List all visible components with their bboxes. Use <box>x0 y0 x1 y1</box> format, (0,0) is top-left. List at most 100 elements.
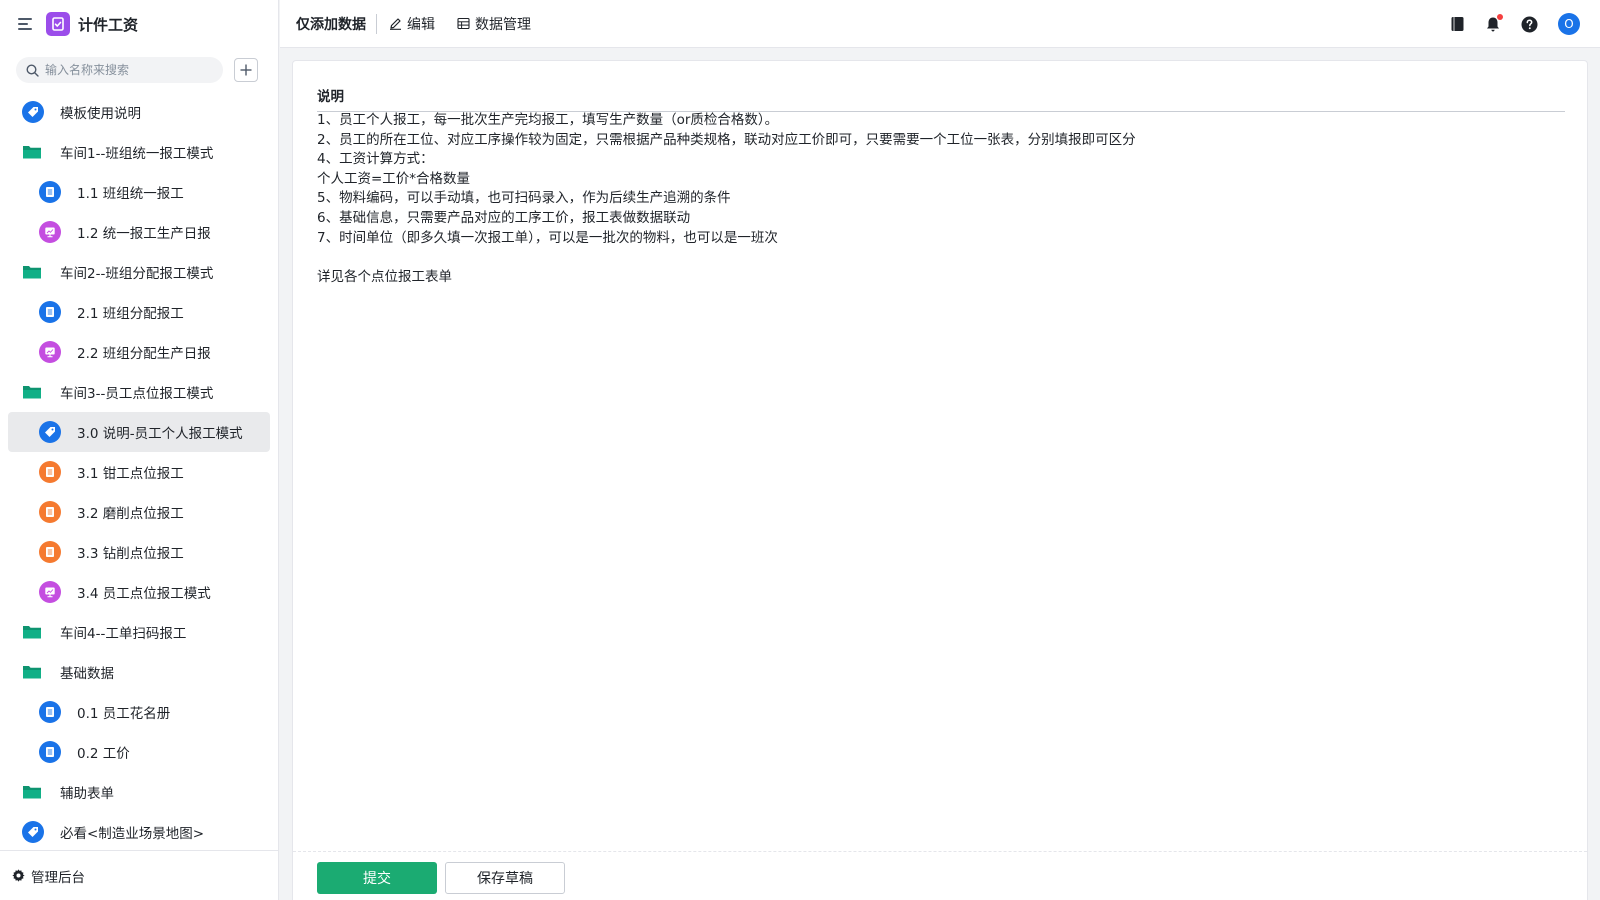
sidebar-item-label: 基础数据 <box>60 666 114 682</box>
sidebar-item-label: 模板使用说明 <box>60 106 141 122</box>
sidebar-item[interactable]: 模板使用说明 <box>8 92 270 132</box>
form-icon <box>39 501 61 523</box>
avatar[interactable]: O <box>1558 13 1580 35</box>
search-input[interactable] <box>45 63 215 77</box>
sidebar-item[interactable]: 1.2 统一报工生产日报 <box>8 212 270 252</box>
data-manage-button[interactable]: 数据管理 <box>457 14 531 34</box>
sidebar-item[interactable]: 必看<制造业场景地图> <box>8 812 270 852</box>
topbar: 仅添加数据 编辑 数据管理 O <box>280 0 1600 48</box>
sidebar-item[interactable]: 3.4 员工点位报工模式 <box>8 572 270 612</box>
sidebar-item-label: 3.4 员工点位报工模式 <box>77 586 211 602</box>
sidebar-item-label: 1.2 统一报工生产日报 <box>77 226 211 242</box>
sidebar-item[interactable]: 1.1 班组统一报工 <box>8 172 270 212</box>
sidebar-item[interactable]: 0.1 员工花名册 <box>8 692 270 732</box>
topbar-actions: O <box>1430 0 1580 48</box>
avatar-initial: O <box>1558 13 1580 35</box>
sidebar-item[interactable]: 车间4--工单扫码报工 <box>8 612 270 652</box>
pencil-icon <box>390 18 401 30</box>
section-title: 说明 <box>317 85 1565 112</box>
sidebar-item[interactable]: 车间1--班组统一报工模式 <box>8 132 270 172</box>
sidebar-item[interactable]: 0.2 工价 <box>8 732 270 772</box>
sidebar-item[interactable]: 车间2--班组分配报工模式 <box>8 252 270 292</box>
app-name: 计件工资 <box>78 15 139 34</box>
edit-label: 编辑 <box>407 16 435 33</box>
admin-console-link[interactable]: 管理后台 <box>0 850 278 900</box>
form-icon <box>39 701 61 723</box>
bell-icon[interactable] <box>1485 13 1503 33</box>
checklist-icon <box>46 12 70 36</box>
help-icon[interactable] <box>1521 16 1538 33</box>
folder-icon <box>22 624 42 640</box>
topbar-divider <box>376 13 377 34</box>
sidebar-header: 计件工资 <box>0 0 278 48</box>
sidebar-item[interactable]: 车间3--员工点位报工模式 <box>8 372 270 412</box>
description-line: 详见各个点位报工表单 <box>317 268 452 285</box>
description-line: 6、基础信息，只需要产品对应的工序工价，报工表做数据联动 <box>317 209 691 226</box>
sidebar: 计件工资 模板使用说明车间1--班组统一报工模式 1.1 班组统一报工 1.2 统一… <box>0 0 279 900</box>
notebook-icon[interactable] <box>1450 16 1465 32</box>
tag-icon <box>39 421 61 443</box>
folder-icon <box>22 144 42 160</box>
sidebar-item-label: 3.1 钳工点位报工 <box>77 466 184 482</box>
sidebar-item-label: 车间1--班组统一报工模式 <box>60 146 214 162</box>
sidebar-search[interactable] <box>16 57 223 83</box>
sidebar-item-label: 3.0 说明-员工个人报工模式 <box>77 426 243 442</box>
sidebar-item[interactable]: 3.1 钳工点位报工 <box>8 452 270 492</box>
gear-icon <box>12 869 25 882</box>
search-icon <box>26 63 39 77</box>
plus-icon <box>240 64 252 76</box>
report-icon <box>39 221 61 243</box>
folder-icon <box>22 664 42 680</box>
description-line: 7、时间单位（即多久填一次报工单），可以是一批次的物料，也可以是一班次 <box>317 229 778 246</box>
report-icon <box>39 341 61 363</box>
notification-dot <box>1497 13 1503 20</box>
data-manage-label: 数据管理 <box>475 16 531 33</box>
sidebar-item-label: 必看<制造业场景地图> <box>60 826 205 842</box>
folder-icon <box>22 784 42 800</box>
sidebar-item[interactable]: 3.3 钻削点位报工 <box>8 532 270 572</box>
edit-button[interactable]: 编辑 <box>389 14 435 34</box>
tag-icon <box>22 101 44 123</box>
admin-console-label: 管理后台 <box>31 869 85 886</box>
sidebar-item-label: 3.2 磨削点位报工 <box>77 506 184 522</box>
description-line: 2、员工的所在工位、对应工序操作较为固定，只需根据产品种类规格，联动对应工价即可… <box>317 131 1136 148</box>
sidebar-tree: 模板使用说明车间1--班组统一报工模式 1.1 班组统一报工 1.2 统一报工生产日… <box>0 92 278 852</box>
form-icon <box>39 461 61 483</box>
sidebar-item[interactable]: 3.2 磨削点位报工 <box>8 492 270 532</box>
sidebar-item-label: 0.1 员工花名册 <box>77 706 171 722</box>
save-draft-button[interactable]: 保存草稿 <box>445 862 565 894</box>
folder-icon <box>22 264 42 280</box>
sidebar-item-label: 车间4--工单扫码报工 <box>60 626 187 642</box>
form-footer: 提交 保存草稿 <box>293 851 1587 900</box>
description-line: 个人工资=工价*合格数量 <box>317 170 471 187</box>
menu-icon[interactable] <box>18 17 34 31</box>
submit-button[interactable]: 提交 <box>317 862 437 894</box>
sidebar-item[interactable]: 2.2 班组分配生产日报 <box>8 332 270 372</box>
form-icon <box>39 181 61 203</box>
sidebar-item-label: 3.3 钻削点位报工 <box>77 546 184 562</box>
sidebar-item-label: 0.2 工价 <box>77 746 130 762</box>
description-text: 1、员工个人报工，每一批次生产完均报工，填写生产数量（or质检合格数）。 2、员工… <box>317 111 1565 287</box>
folder-icon <box>22 384 42 400</box>
sidebar-search-row <box>0 48 278 92</box>
add-button[interactable] <box>234 58 258 82</box>
form-card: 说明 1、员工个人报工，每一批次生产完均报工，填写生产数量（or质检合格数）。 2… <box>292 60 1588 900</box>
sidebar-item-label: 2.1 班组分配报工 <box>77 306 184 322</box>
description-line <box>317 248 1565 268</box>
sidebar-item-label: 车间3--员工点位报工模式 <box>60 386 214 402</box>
sidebar-item[interactable]: 3.0 说明-员工个人报工模式 <box>8 412 270 452</box>
description-line: 1、员工个人报工，每一批次生产完均报工，填写生产数量（or质检合格数）。 <box>317 112 779 128</box>
tag-icon <box>22 821 44 843</box>
sidebar-item-label: 2.2 班组分配生产日报 <box>77 346 211 362</box>
table-icon <box>457 17 470 30</box>
sidebar-item-label: 辅助表单 <box>60 786 114 802</box>
sidebar-item[interactable]: 2.1 班组分配报工 <box>8 292 270 332</box>
sidebar-item[interactable]: 基础数据 <box>8 652 270 692</box>
description-line: 4、工资计算方式： <box>317 151 434 168</box>
form-icon <box>39 741 61 763</box>
sidebar-item[interactable]: 辅助表单 <box>8 772 270 812</box>
form-icon <box>39 541 61 563</box>
report-icon <box>39 581 61 603</box>
page-title: 仅添加数据 <box>296 16 366 33</box>
sidebar-item-label: 1.1 班组统一报工 <box>77 186 184 202</box>
